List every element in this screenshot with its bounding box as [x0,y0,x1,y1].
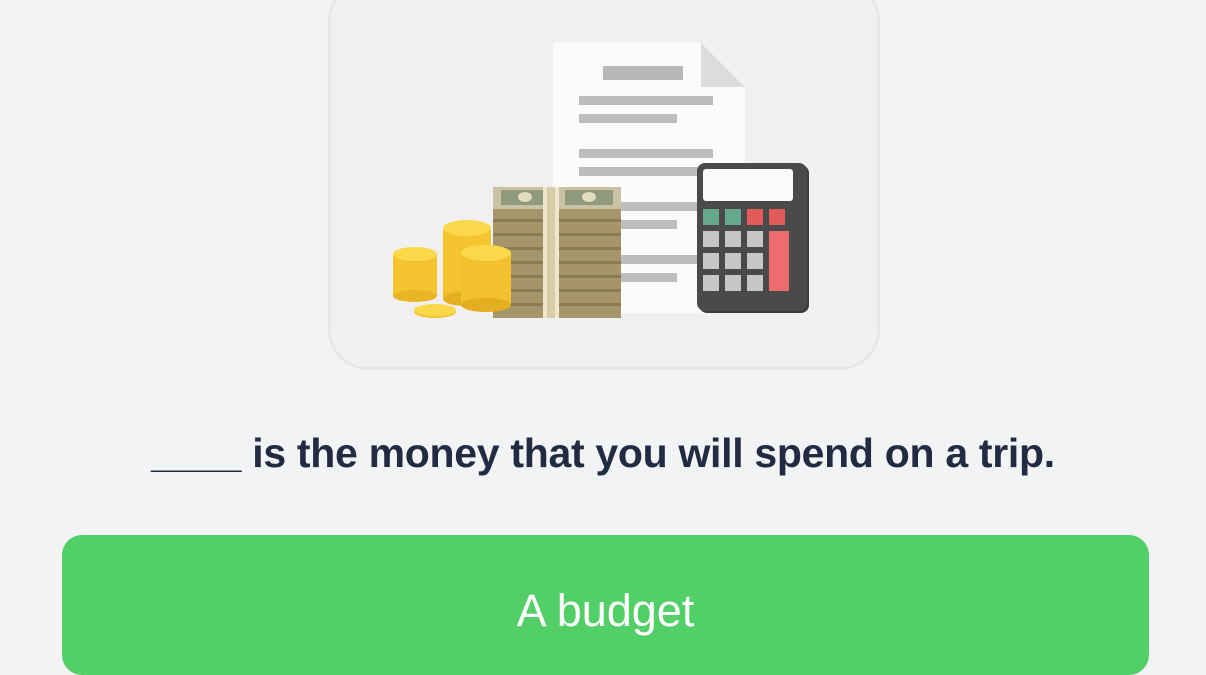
budget-illustration [393,43,809,318]
question-text: ____ is the money that you will spend on… [151,430,1055,476]
calculator-icon [697,163,809,313]
answer-option-button[interactable]: A budget [62,535,1149,675]
question-illustration-card [328,0,880,370]
answer-option-label: A budget [516,585,695,636]
money-stack-icon [493,187,621,318]
